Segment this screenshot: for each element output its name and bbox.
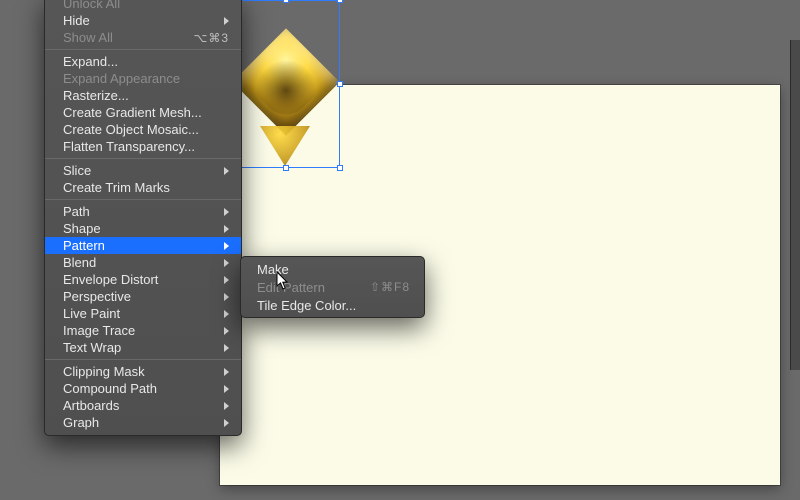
chevron-right-icon: [224, 17, 229, 25]
chevron-right-icon: [224, 208, 229, 216]
menu-item-unlock-all: Unlock All: [45, 0, 241, 12]
menu-item-image-trace[interactable]: Image Trace: [45, 322, 241, 339]
menu-item-label: Create Trim Marks: [63, 180, 229, 195]
chevron-right-icon: [224, 368, 229, 376]
chevron-right-icon: [224, 167, 229, 175]
menu-item-label: Compound Path: [63, 381, 218, 396]
menu-item-shortcut: ⌥⌘3: [193, 31, 229, 45]
menu-item-graph[interactable]: Graph: [45, 414, 241, 431]
resize-handle-tr[interactable]: [337, 0, 343, 3]
menu-item-label: Live Paint: [63, 306, 218, 321]
selected-object-bbox[interactable]: [232, 0, 340, 168]
pattern-submenu[interactable]: MakeEdit Pattern⇧⌘F8Tile Edge Color...: [240, 256, 425, 318]
menu-item-label: Expand Appearance: [63, 71, 229, 86]
menu-item-path[interactable]: Path: [45, 203, 241, 220]
panel-edge-right: [790, 40, 800, 370]
menu-item-label: Blend: [63, 255, 218, 270]
chevron-right-icon: [224, 344, 229, 352]
menu-item-create-gradient-mesh[interactable]: Create Gradient Mesh...: [45, 104, 241, 121]
menu-item-label: Flatten Transparency...: [63, 139, 229, 154]
chevron-right-icon: [224, 419, 229, 427]
submenu-item-edit-pattern: Edit Pattern⇧⌘F8: [241, 278, 424, 296]
menu-item-label: Unlock All: [63, 0, 229, 11]
selection-border: [232, 0, 340, 168]
menu-item-artboards[interactable]: Artboards: [45, 397, 241, 414]
menu-item-envelope-distort[interactable]: Envelope Distort: [45, 271, 241, 288]
menu-item-label: Rasterize...: [63, 88, 229, 103]
menu-item-label: Slice: [63, 163, 218, 178]
menu-item-pattern[interactable]: Pattern: [45, 237, 241, 254]
resize-handle-b[interactable]: [283, 165, 289, 171]
menu-item-label: Artboards: [63, 398, 218, 413]
menu-separator: [45, 49, 241, 50]
menu-item-clipping-mask[interactable]: Clipping Mask: [45, 363, 241, 380]
menu-item-create-object-mosaic[interactable]: Create Object Mosaic...: [45, 121, 241, 138]
resize-handle-t[interactable]: [283, 0, 289, 3]
menu-item-perspective[interactable]: Perspective: [45, 288, 241, 305]
menu-item-label: Tile Edge Color...: [257, 298, 410, 313]
chevron-right-icon: [224, 402, 229, 410]
menu-item-shortcut: ⇧⌘F8: [370, 280, 410, 294]
submenu-item-tile-edge-color[interactable]: Tile Edge Color...: [241, 296, 424, 314]
resize-handle-r[interactable]: [337, 81, 343, 87]
menu-item-label: Envelope Distort: [63, 272, 218, 287]
menu-item-label: Path: [63, 204, 218, 219]
chevron-right-icon: [224, 327, 229, 335]
menu-item-create-trim-marks[interactable]: Create Trim Marks: [45, 179, 241, 196]
menu-item-hide[interactable]: Hide: [45, 12, 241, 29]
chevron-right-icon: [224, 310, 229, 318]
object-menu-dropdown[interactable]: Unlock AllHideShow All⌥⌘3Expand...Expand…: [44, 0, 242, 436]
menu-separator: [45, 359, 241, 360]
menu-item-shape[interactable]: Shape: [45, 220, 241, 237]
chevron-right-icon: [224, 242, 229, 250]
chevron-right-icon: [224, 259, 229, 267]
menu-item-label: Pattern: [63, 238, 218, 253]
menu-item-expand[interactable]: Expand...: [45, 53, 241, 70]
menu-item-label: Text Wrap: [63, 340, 218, 355]
menu-item-label: Edit Pattern: [257, 280, 370, 295]
menu-item-label: Perspective: [63, 289, 218, 304]
menu-item-label: Expand...: [63, 54, 229, 69]
menu-item-live-paint[interactable]: Live Paint: [45, 305, 241, 322]
menu-item-label: Show All: [63, 30, 193, 45]
chevron-right-icon: [224, 385, 229, 393]
menu-separator: [45, 199, 241, 200]
chevron-right-icon: [224, 225, 229, 233]
menu-item-label: Image Trace: [63, 323, 218, 338]
menu-item-label: Graph: [63, 415, 218, 430]
menu-item-label: Make: [257, 262, 410, 277]
resize-handle-br[interactable]: [337, 165, 343, 171]
menu-item-flatten-transparency[interactable]: Flatten Transparency...: [45, 138, 241, 155]
menu-item-slice[interactable]: Slice: [45, 162, 241, 179]
menu-item-label: Create Object Mosaic...: [63, 122, 229, 137]
menu-item-compound-path[interactable]: Compound Path: [45, 380, 241, 397]
menu-item-label: Shape: [63, 221, 218, 236]
menu-item-label: Clipping Mask: [63, 364, 218, 379]
menu-item-show-all: Show All⌥⌘3: [45, 29, 241, 46]
submenu-item-make[interactable]: Make: [241, 260, 424, 278]
menu-item-text-wrap[interactable]: Text Wrap: [45, 339, 241, 356]
chevron-right-icon: [224, 276, 229, 284]
menu-item-label: Create Gradient Mesh...: [63, 105, 229, 120]
menu-item-label: Hide: [63, 13, 218, 28]
menu-item-expand-appearance: Expand Appearance: [45, 70, 241, 87]
menu-item-rasterize[interactable]: Rasterize...: [45, 87, 241, 104]
menu-item-blend[interactable]: Blend: [45, 254, 241, 271]
chevron-right-icon: [224, 293, 229, 301]
menu-separator: [45, 158, 241, 159]
